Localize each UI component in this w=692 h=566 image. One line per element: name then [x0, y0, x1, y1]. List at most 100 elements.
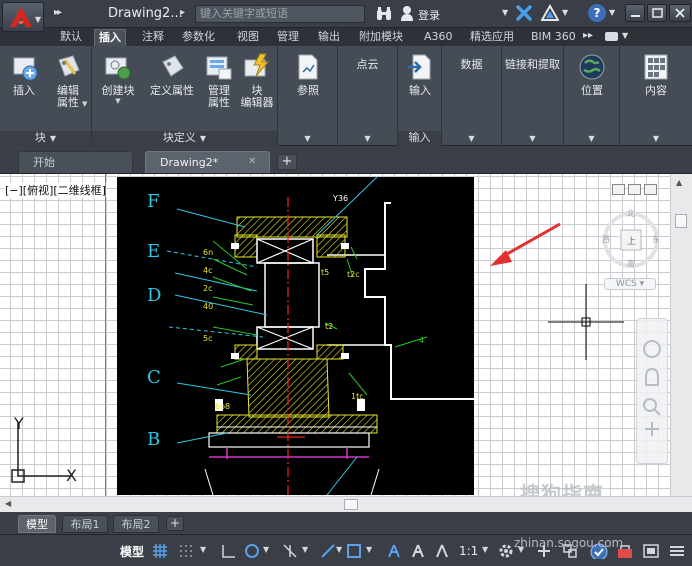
compass-south[interactable]: 南	[627, 258, 635, 269]
help-dropdown-icon[interactable]: ▼	[609, 8, 615, 17]
panel-title-block[interactable]: 块 ▼	[0, 131, 91, 146]
autodesk-a360-icon[interactable]	[541, 4, 559, 22]
label-F: F	[147, 191, 160, 212]
help-icon[interactable]: ?	[588, 4, 606, 22]
application-menu-button[interactable]: ▼	[2, 2, 44, 32]
compass-west[interactable]: 西	[602, 234, 610, 245]
location-dropdown-icon[interactable]: ▼	[564, 134, 619, 143]
viewport-restore-icon[interactable]	[628, 184, 641, 195]
scroll-left-icon[interactable]: ◀	[5, 499, 11, 508]
video-dropdown-icon[interactable]: ▼	[622, 31, 628, 40]
tab-addins[interactable]: 附加模块	[355, 29, 407, 46]
quick-access-overflow-icon[interactable]: ▸▸	[54, 7, 62, 18]
block-editor-button[interactable]: 块 编辑器	[238, 52, 276, 109]
polar-dropdown-icon[interactable]: ▼	[263, 545, 269, 554]
drawing-image[interactable]: Y36 6n 4c 2c 40 5c t5 t2c t2 1tc 6o8 4 F…	[117, 176, 474, 496]
horizontal-scroll-thumb[interactable]	[344, 499, 358, 510]
compass-north[interactable]: 北	[627, 208, 635, 219]
content-dropdown-icon[interactable]: ▼	[620, 134, 692, 143]
link-extract-dropdown-icon[interactable]: ▼	[502, 134, 563, 143]
tab-default[interactable]: 默认	[56, 29, 86, 46]
osnap-dropdown-icon[interactable]: ▼	[366, 545, 372, 554]
reference-panel-dropdown-icon[interactable]: ▼	[278, 134, 337, 143]
fullscreen-icon[interactable]	[642, 543, 660, 559]
snap-dropdown-icon[interactable]: ▼	[200, 545, 206, 554]
scroll-up-icon[interactable]: ▲	[676, 178, 682, 187]
viewport-minimize-icon[interactable]	[612, 184, 625, 195]
viewport-controls-label[interactable]: [−][俯视][二维线框]	[4, 182, 107, 198]
layout-tab-model[interactable]: 模型	[18, 515, 56, 533]
content-button[interactable]: 内容	[634, 52, 678, 97]
user-icon[interactable]	[400, 5, 414, 21]
file-tab-start[interactable]: 开始	[18, 151, 133, 173]
workspace-gear-icon[interactable]	[498, 543, 514, 559]
tab-a360[interactable]: A360	[420, 29, 457, 46]
annotation-scale-value[interactable]: 1:1	[459, 544, 478, 558]
panel-title-import[interactable]: 输入	[398, 131, 441, 146]
exchange-apps-icon[interactable]	[516, 5, 532, 21]
close-window-button[interactable]	[669, 4, 691, 22]
data-dropdown-icon[interactable]: ▼	[442, 134, 501, 143]
viewport-close-icon[interactable]	[644, 184, 657, 195]
grid-icon[interactable]	[152, 543, 168, 559]
new-tab-button[interactable]: +	[277, 154, 297, 170]
vertical-scroll-thumb[interactable]	[675, 214, 687, 228]
reference-button[interactable]: 参照	[288, 52, 328, 97]
binoculars-icon[interactable]	[376, 6, 392, 21]
osnap-tracking-dropdown-icon[interactable]: ▼	[336, 545, 342, 554]
ortho-icon[interactable]	[220, 543, 236, 559]
manage-attributes-button[interactable]: 管理 属性	[202, 52, 236, 109]
video-icon[interactable]	[605, 32, 618, 41]
model-space-button[interactable]: 模型	[120, 543, 150, 561]
edit-attribute-dropdown-icon[interactable]: ▼	[82, 100, 87, 108]
login-link[interactable]: 登录	[418, 7, 440, 23]
tab-parametric[interactable]: 参数化	[178, 29, 219, 46]
object-snap-tracking-icon[interactable]	[320, 543, 336, 559]
tab-insert[interactable]: 插入	[94, 29, 126, 46]
ribbon-panel-area: 插入 编辑 属性 ▼ 块 ▼ 创建块 ▼ 定义属性 管理 属性 块 编辑器 块定…	[0, 46, 692, 146]
vertical-scrollbar[interactable]: ▲	[670, 174, 692, 496]
isodraft-dropdown-icon[interactable]: ▼	[302, 545, 308, 554]
annotation-visibility-icon[interactable]	[386, 543, 402, 559]
create-block-dropdown-icon[interactable]: ▼	[98, 97, 138, 105]
create-block-button[interactable]: 创建块 ▼	[98, 52, 138, 105]
insert-block-button[interactable]: 插入	[6, 52, 42, 97]
location-button[interactable]: 位置	[572, 52, 612, 97]
viewcube-top-face[interactable]: 上	[627, 234, 636, 247]
layout-tab-layout1[interactable]: 布局1	[62, 515, 108, 533]
auto-scale-icon[interactable]	[410, 543, 426, 559]
annotation-scale-icon[interactable]	[434, 543, 450, 559]
maximize-button[interactable]	[647, 4, 667, 22]
tabs-overflow-icon[interactable]: ▸▸	[583, 30, 593, 41]
import-button[interactable]: 输入	[402, 52, 438, 97]
compass-east[interactable]: 东	[652, 234, 660, 245]
isodraft-icon[interactable]	[282, 543, 298, 559]
tab-featured-apps[interactable]: 精选应用	[466, 29, 518, 46]
tab-bim360[interactable]: BIM 360	[527, 29, 580, 46]
tab-view[interactable]: 视图	[233, 29, 263, 46]
panel-import: 输入 输入	[398, 46, 442, 146]
minimize-button[interactable]	[625, 4, 645, 22]
panel-title-block-definition[interactable]: 块定义 ▼	[92, 131, 277, 146]
add-layout-button[interactable]: +	[166, 516, 184, 531]
tab-annotate[interactable]: 注释	[138, 29, 168, 46]
point-cloud-dropdown-icon[interactable]: ▼	[338, 134, 397, 143]
customize-menu-icon[interactable]	[668, 543, 686, 559]
tab-output[interactable]: 输出	[314, 29, 344, 46]
model-space-canvas[interactable]: [−][俯视][二维线框] Y36 6n 4c 2c 40 5c t5 t2c …	[0, 174, 692, 496]
close-tab-icon[interactable]: ✕	[248, 156, 256, 167]
layout-tab-layout2[interactable]: 布局2	[113, 515, 159, 533]
a360-dropdown-icon[interactable]: ▼	[562, 8, 568, 17]
scale-dropdown-icon[interactable]: ▼	[482, 545, 488, 554]
search-input[interactable]: 键入关键字或短语	[195, 5, 365, 23]
object-snap-icon[interactable]	[346, 543, 362, 559]
tab-manage[interactable]: 管理	[273, 29, 303, 46]
login-dropdown-icon[interactable]: ▼	[502, 8, 508, 17]
panel-link-extract: 链接和提取 ▼	[502, 46, 564, 146]
mechanical-drawing: Y36 6n 4c 2c 40 5c t5 t2c t2 1tc 6o8 4 F…	[147, 176, 474, 496]
title-more-icon[interactable]: ▸	[180, 7, 185, 18]
horizontal-scrollbar[interactable]: ◀	[0, 496, 692, 512]
polar-tracking-icon[interactable]	[244, 543, 260, 559]
define-attribute-button[interactable]: 定义属性	[148, 52, 196, 97]
snap-icon[interactable]	[178, 543, 194, 559]
